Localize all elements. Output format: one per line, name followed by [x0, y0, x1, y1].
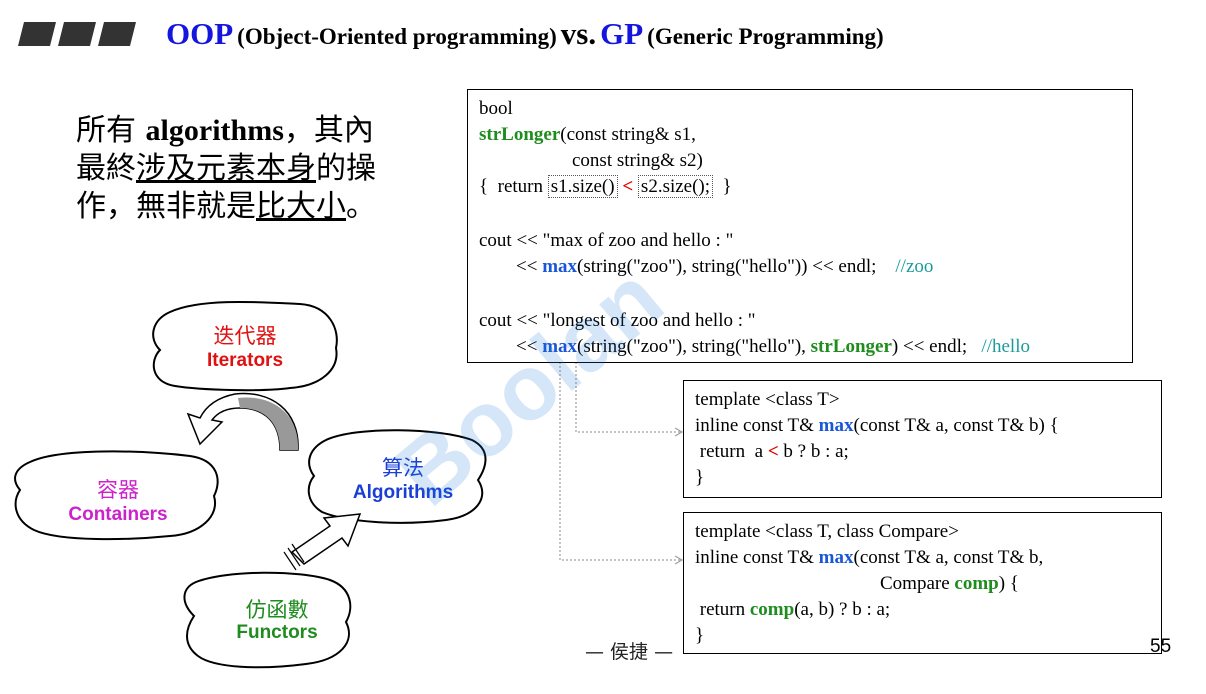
code-line: template <class T> — [695, 389, 840, 410]
algorithms-node: 算法 Algorithms — [310, 450, 496, 520]
iterators-en-label: Iterators — [206, 350, 284, 371]
code-comment: //hello — [981, 336, 1030, 357]
code-line: const string& s2) — [572, 150, 703, 171]
code-text: (const T& a, const T& b) { — [853, 415, 1059, 436]
code-line: cout << "max of zoo and hello : " — [479, 230, 734, 251]
code-text: return a — [695, 441, 768, 462]
less-than-op: < — [767, 441, 779, 462]
code-text: << — [516, 256, 543, 277]
code-max: max — [818, 415, 854, 436]
code-line: inline const T& max(const T& a, const T&… — [695, 545, 1043, 571]
functors-en-label: Functors — [236, 622, 318, 643]
code-box-max-compare: template <class T, class Compare> inline… — [683, 512, 1162, 654]
algorithms-cn-label: 算法 — [382, 456, 424, 480]
code-line: return comp(a, b) ? b : a; — [695, 597, 890, 623]
code-line: return a < b ? b : a; — [695, 439, 849, 465]
code-box-max-template: template <class T> inline const T& max(c… — [683, 380, 1162, 498]
code-max: max — [542, 336, 578, 357]
code-max: max — [542, 256, 578, 277]
less-than-op: < — [622, 176, 634, 197]
code-text: (string("zoo"), string("hello"), — [577, 336, 811, 357]
code-text: (const T& a, const T& b, — [853, 547, 1044, 568]
code-line: strLonger(const string& s1, — [479, 122, 696, 148]
code-comment: //zoo — [895, 256, 934, 277]
curved-arrow-shade — [238, 397, 299, 450]
code-text: return — [695, 599, 750, 620]
functors-cn-label: 仿函數 — [245, 598, 309, 622]
iterators-cn-label: 迭代器 — [213, 324, 277, 348]
code-text: ) { — [998, 573, 1019, 594]
code-text: (const string& s1, — [560, 124, 696, 145]
code-line: bool — [479, 98, 513, 119]
code-highlight: s2.size(); — [637, 175, 714, 198]
code-highlight: s1.size() — [547, 175, 618, 198]
code-max: max — [818, 547, 854, 568]
code-fn-name: strLonger — [810, 336, 892, 357]
functors-node: 仿函數 Functors — [182, 590, 372, 660]
code-text: (string("zoo"), string("hello")) << endl… — [577, 256, 877, 277]
code-line: Compare comp) { — [880, 571, 1019, 597]
page-number: 55 — [1150, 636, 1172, 657]
code-comp: comp — [749, 599, 795, 620]
code-text: ) << endl; — [891, 336, 968, 357]
code-line: << max(string("zoo"), string("hello"), s… — [516, 334, 1030, 360]
code-text: b ? b : a; — [778, 441, 849, 462]
code-line: cout << "longest of zoo and hello : " — [479, 310, 756, 331]
code-text: Compare — [880, 573, 955, 594]
code-line: { return s1.size() < s2.size(); } — [479, 174, 732, 200]
code-line: } — [695, 625, 705, 646]
containers-en-label: Containers — [68, 504, 168, 525]
code-line: } — [695, 467, 705, 488]
code-fn-name: strLonger — [479, 124, 561, 145]
code-line: template <class T, class Compare> — [695, 521, 959, 542]
algorithms-en-label: Algorithms — [352, 482, 454, 503]
code-text: } — [722, 176, 732, 197]
code-line: inline const T& max(const T& a, const T&… — [695, 413, 1059, 439]
author-label: — 侯捷 — — [585, 641, 674, 663]
containers-node: 容器 Containers — [18, 470, 218, 540]
code-text: { return — [479, 176, 548, 197]
code-text: inline const T& — [695, 547, 819, 568]
code-line: << max(string("zoo"), string("hello")) <… — [516, 254, 933, 280]
code-comp: comp — [954, 573, 999, 594]
code-text: (a, b) ? b : a; — [794, 599, 891, 620]
containers-cn-label: 容器 — [97, 478, 139, 502]
code-text: inline const T& — [695, 415, 819, 436]
iterators-node: 迭代器 Iterators — [150, 316, 340, 386]
code-box-strlonger: bool strLonger(const string& s1, const s… — [467, 89, 1133, 363]
functor-arrow-icon — [283, 513, 362, 571]
code-text: << — [516, 336, 543, 357]
